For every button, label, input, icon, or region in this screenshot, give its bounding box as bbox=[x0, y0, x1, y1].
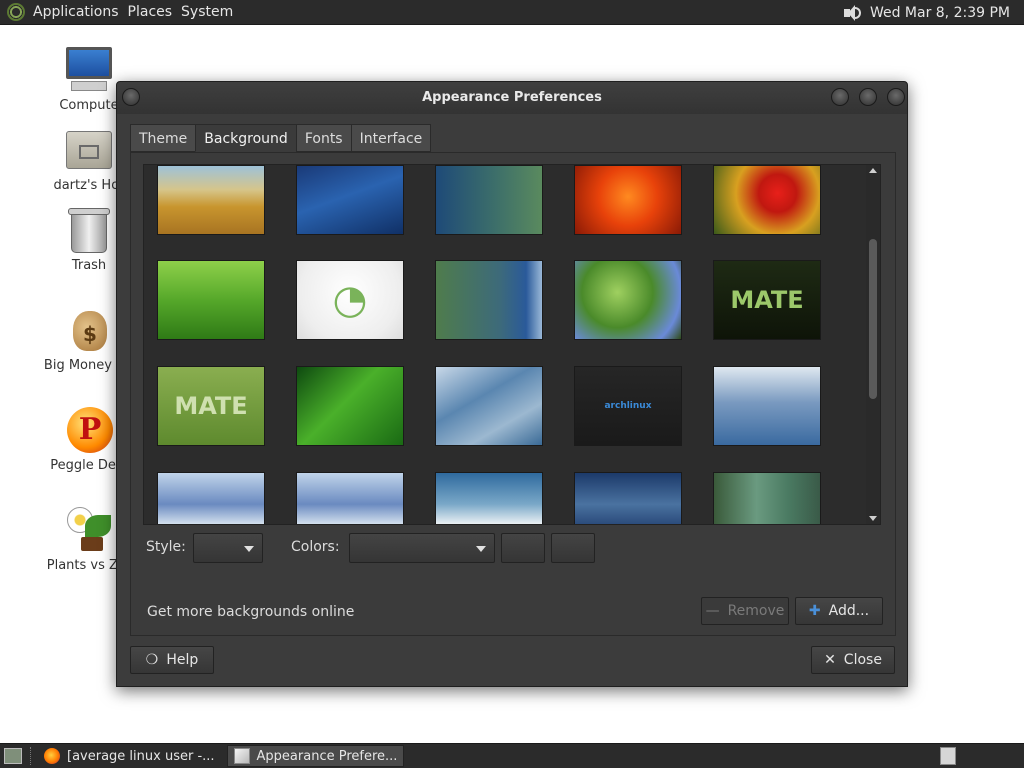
close-icon: ✕ bbox=[824, 652, 836, 668]
money-bag-icon: $ bbox=[63, 305, 115, 355]
taskbar-item-appearance[interactable]: Appearance Prefere... bbox=[226, 745, 405, 767]
appearance-preferences-dialog: Appearance Preferences Theme Background … bbox=[116, 81, 908, 687]
scrollbar-thumb[interactable] bbox=[869, 239, 877, 399]
volume-icon[interactable] bbox=[842, 3, 862, 23]
colors-label: Colors: bbox=[291, 539, 340, 555]
thumbnail-logo-text: archlinux bbox=[604, 401, 652, 411]
appearance-icon bbox=[233, 748, 250, 764]
places-menu[interactable]: Places bbox=[128, 4, 173, 20]
system-tray: Wed Mar 8, 2:39 PM bbox=[842, 0, 1024, 25]
minimize-icon[interactable] bbox=[831, 88, 849, 106]
help-button[interactable]: ❍ Help bbox=[130, 646, 214, 674]
workspace-switcher[interactable] bbox=[940, 747, 956, 765]
vertical-scrollbar[interactable] bbox=[866, 165, 880, 524]
thumbnail-logo-text: MATE bbox=[174, 392, 248, 420]
titlebar[interactable]: Appearance Preferences bbox=[117, 82, 907, 114]
clock[interactable]: Wed Mar 8, 2:39 PM bbox=[870, 5, 1010, 21]
computer-icon bbox=[63, 45, 115, 95]
secondary-color-button[interactable] bbox=[551, 533, 595, 563]
chevron-down-icon bbox=[244, 546, 254, 552]
show-desktop-icon[interactable] bbox=[4, 748, 22, 764]
close-icon[interactable] bbox=[887, 88, 905, 106]
get-more-backgrounds-link[interactable]: Get more backgrounds online bbox=[147, 604, 354, 620]
remove-button-label: Remove bbox=[727, 603, 785, 619]
background-thumbnail-orange-flower[interactable] bbox=[574, 165, 682, 235]
tab-background[interactable]: Background bbox=[195, 124, 297, 152]
scroll-down-icon[interactable] bbox=[869, 516, 877, 521]
background-thumbnail-list[interactable]: ◔ MATE MATE archlinux bbox=[143, 164, 881, 525]
firefox-icon bbox=[44, 748, 60, 764]
background-thumbnail-mate-dark[interactable]: MATE bbox=[713, 260, 821, 340]
colors-combobox[interactable] bbox=[349, 533, 495, 563]
background-thumbnail-ice-row-2[interactable] bbox=[296, 472, 404, 524]
applications-menu[interactable]: Applications bbox=[33, 4, 119, 20]
plus-icon: ✚ bbox=[808, 603, 821, 619]
background-thumbnail-dry-grass[interactable] bbox=[157, 165, 265, 235]
maximize-icon[interactable] bbox=[859, 88, 877, 106]
background-thumbnail-mate-green[interactable]: MATE bbox=[157, 366, 265, 446]
trash-icon bbox=[63, 205, 115, 255]
taskbar-item-firefox[interactable]: [average linux user -... bbox=[38, 745, 221, 767]
style-label: Style: bbox=[146, 539, 186, 555]
close-button-label: Close bbox=[843, 652, 882, 668]
add-button[interactable]: ✚ Add... bbox=[795, 597, 883, 625]
tab-theme[interactable]: Theme bbox=[130, 124, 197, 152]
background-thumbnail-red-flower[interactable] bbox=[713, 165, 821, 235]
tab-bar: Theme Background Fonts Interface bbox=[130, 124, 432, 152]
window-title: Appearance Preferences bbox=[422, 90, 602, 105]
background-thumbnail-green-grass[interactable] bbox=[157, 260, 265, 340]
background-thumbnail-mate-white[interactable]: ◔ bbox=[296, 260, 404, 340]
background-tab-panel: ◔ MATE MATE archlinux Style: Colors: Get mo… bbox=[130, 152, 896, 636]
tab-interface[interactable]: Interface bbox=[350, 124, 432, 152]
home-folder-icon bbox=[63, 125, 115, 175]
background-thumbnail-arch-dark[interactable]: archlinux bbox=[574, 366, 682, 446]
background-thumbnail-green-curtain[interactable] bbox=[713, 472, 821, 524]
style-combobox[interactable] bbox=[193, 533, 263, 563]
background-thumbnail-ice-row-1[interactable] bbox=[157, 472, 265, 524]
thumbnail-logo-text: ◔ bbox=[332, 277, 368, 323]
background-thumbnail-teal-gradient[interactable] bbox=[435, 165, 543, 235]
background-thumbnail-blue-dunes[interactable] bbox=[574, 472, 682, 524]
mate-menu-icon[interactable] bbox=[7, 3, 25, 21]
chevron-down-icon bbox=[476, 546, 486, 552]
peggle-icon: P bbox=[63, 405, 115, 455]
tab-fonts[interactable]: Fonts bbox=[295, 124, 352, 152]
system-menu[interactable]: System bbox=[181, 4, 233, 20]
top-panel: Applications Places System Wed Mar 8, 2:… bbox=[0, 0, 1024, 25]
help-button-label: Help bbox=[166, 652, 199, 668]
background-thumbnail-blue-sky-hills[interactable] bbox=[435, 472, 543, 524]
minus-icon: — bbox=[705, 603, 720, 619]
background-thumbnail-blue-drops[interactable] bbox=[296, 165, 404, 235]
remove-button[interactable]: — Remove bbox=[701, 597, 789, 625]
taskbar-item-label: [average linux user -... bbox=[67, 748, 215, 764]
primary-color-button[interactable] bbox=[501, 533, 545, 563]
plants-vs-zombies-icon bbox=[63, 505, 115, 555]
close-button[interactable]: ✕ Close bbox=[811, 646, 895, 674]
taskbar-item-label: Appearance Prefere... bbox=[256, 748, 398, 764]
background-thumbnail-green-leaf[interactable] bbox=[296, 366, 404, 446]
background-thumbnail-ice-crystals[interactable] bbox=[713, 366, 821, 446]
panel-separator bbox=[30, 747, 32, 765]
thumbnail-logo-text: MATE bbox=[730, 286, 804, 314]
background-thumbnail-green-blue-waves[interactable] bbox=[435, 260, 543, 340]
help-lifebuoy-icon: ❍ bbox=[145, 652, 159, 668]
background-thumbnail-blue-waves[interactable] bbox=[435, 366, 543, 446]
add-button-label: Add... bbox=[828, 603, 870, 619]
scroll-up-icon[interactable] bbox=[869, 168, 877, 173]
background-thumbnail-bluebells[interactable] bbox=[574, 260, 682, 340]
bottom-panel: [average linux user -... Appearance Pref… bbox=[0, 743, 1024, 768]
